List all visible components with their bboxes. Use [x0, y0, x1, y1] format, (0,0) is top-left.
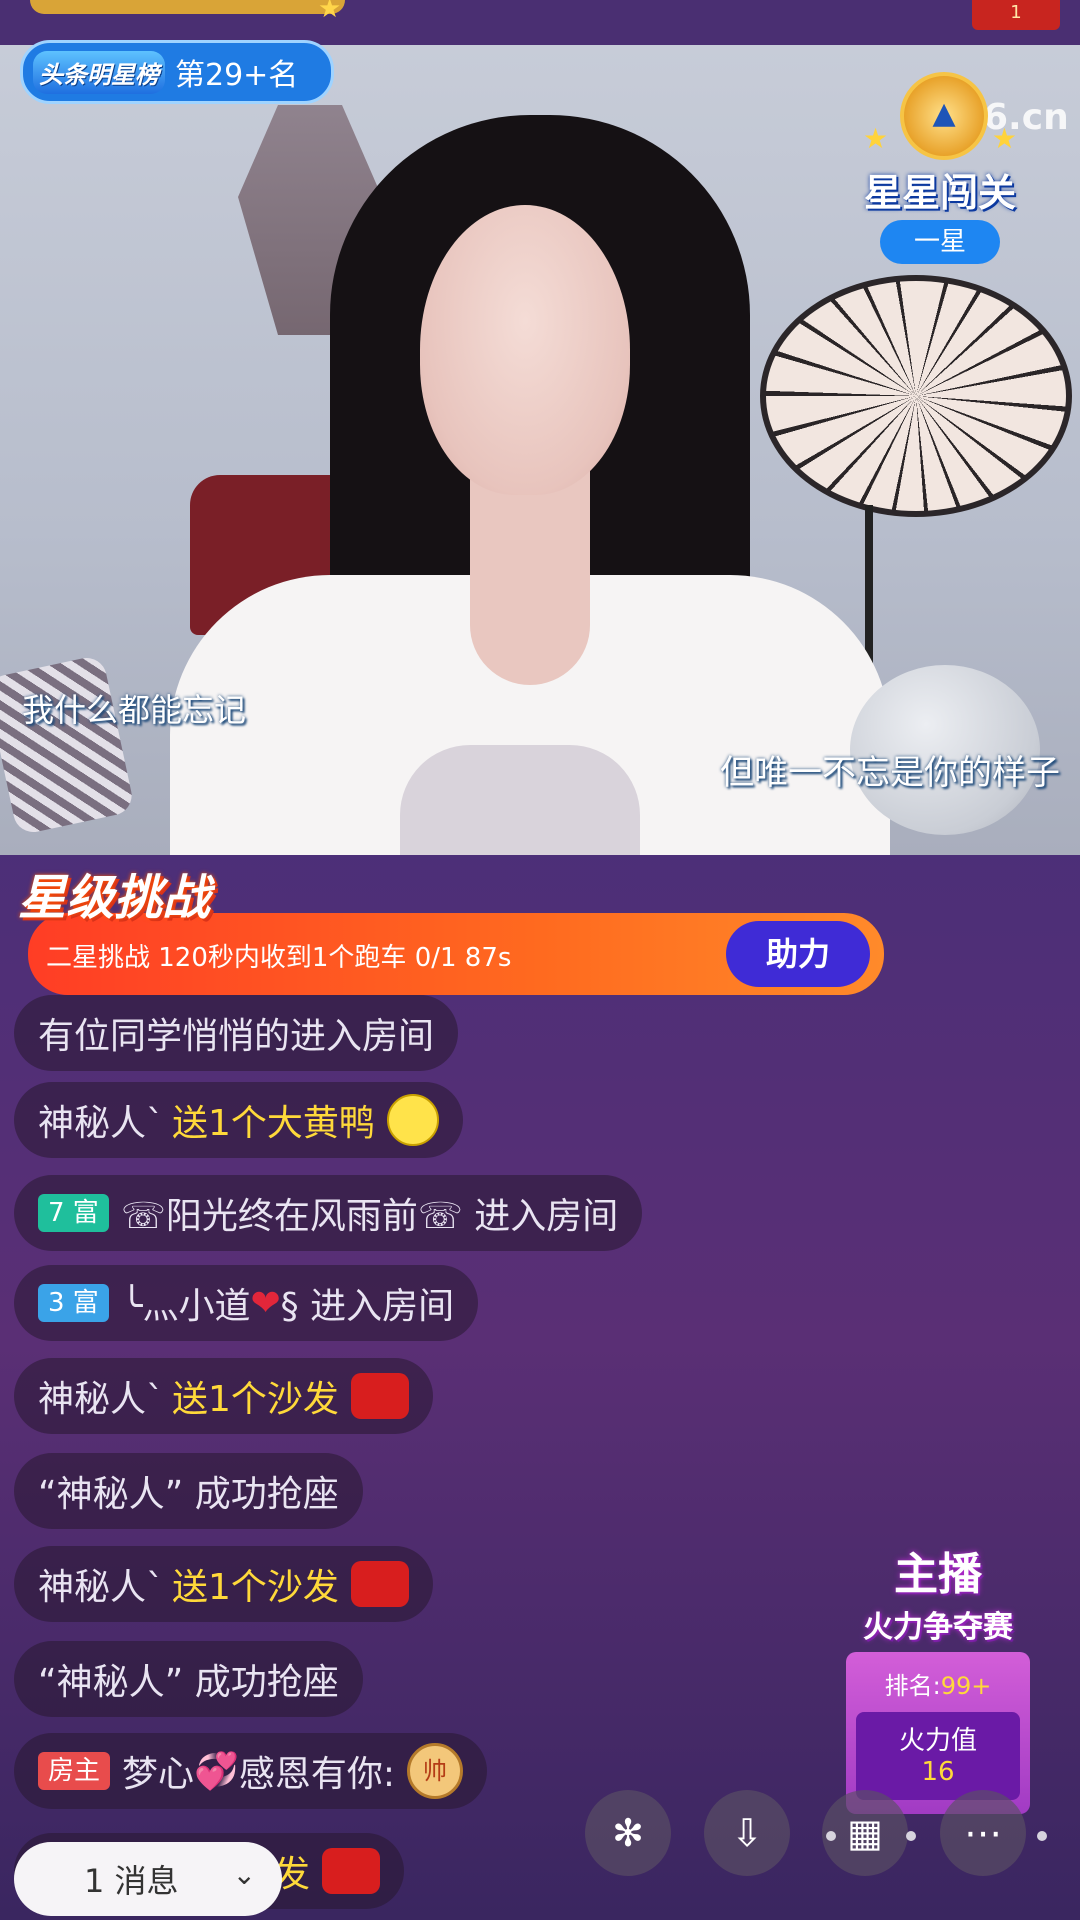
star-icon: ★ — [991, 122, 1017, 155]
chat-message[interactable]: 房主 梦心 💞 感恩有你: 帅 — [14, 1733, 487, 1809]
coin-icon: 帅 — [407, 1743, 463, 1799]
rank-logo: 头条明星榜 — [33, 50, 165, 94]
star-icon: ★ — [863, 122, 889, 155]
star-badge-level: 一星 — [880, 220, 1000, 264]
fire-value: 16 — [921, 1757, 955, 1787]
chat-message[interactable]: 3 富 ╰灬小道 ❤ § 进入房间 — [14, 1265, 479, 1341]
pager-dot — [906, 1831, 916, 1841]
sofa-icon — [322, 1848, 381, 1894]
chat-message[interactable]: “神秘人” 成功抢座 — [14, 1453, 363, 1529]
streamer-face — [420, 205, 630, 495]
star-badge-title: 星星闯关 — [863, 171, 1016, 215]
chat-message[interactable]: 有位同学悄悄的进入房间 — [14, 995, 459, 1071]
streamer-top — [400, 745, 640, 855]
sofa-icon — [350, 1373, 409, 1419]
rank-label: 排名: — [884, 1672, 941, 1700]
competition-subtitle: 火力争夺赛 — [863, 1610, 1013, 1645]
message-text: 有位同学悄悄的进入房间 — [38, 1016, 435, 1057]
message-count-label: 1 消息 — [84, 1862, 179, 1900]
rank-value: 99+ — [940, 1672, 992, 1700]
message-text: 感恩有你: — [238, 1754, 395, 1795]
challenge-text: 二星挑战 120秒内收到1个跑车 0/1 87s — [46, 943, 512, 973]
message-user: ╰灬小道 — [120, 1286, 251, 1327]
top-pill — [30, 0, 345, 14]
star-icon: ★ — [318, 0, 342, 24]
message-gift: 送1个沙发 — [172, 1567, 339, 1608]
message-text: § 进入房间 — [280, 1286, 455, 1327]
fire-competition-card[interactable]: 主播 火力争夺赛 排名:99+ 火力值 16 — [838, 1532, 1038, 1814]
message-user: 梦心 — [122, 1754, 195, 1795]
rank-text: 第29+名 — [175, 58, 299, 93]
message-gift: 送1个沙发 — [172, 1379, 339, 1420]
owner-badge: 房主 — [38, 1752, 111, 1790]
chat-message[interactable]: 神秘人` 送1个沙发 — [14, 1546, 433, 1622]
competition-body: 排名:99+ 火力值 16 — [846, 1652, 1030, 1814]
competition-rank: 排名:99+ — [846, 1666, 1030, 1701]
message-text: “神秘人” 成功抢座 — [38, 1474, 339, 1515]
star-challenge-badge[interactable]: ★ ★ 星星闯关 一星 — [845, 62, 1035, 272]
message-user: 神秘人` — [38, 1379, 165, 1420]
challenge-title: 星级挑战 — [18, 870, 211, 926]
pager-dot — [826, 1831, 836, 1841]
competition-header: 主播 火力争夺赛 — [838, 1532, 1038, 1652]
chevron-down-icon: ⌄ — [232, 1858, 256, 1891]
download-icon[interactable]: ⇩ — [704, 1790, 790, 1876]
emblem-icon — [900, 72, 988, 160]
rank-pill[interactable]: 头条明星榜 第29+名 — [20, 40, 334, 104]
chat-message[interactable]: 神秘人` 送1个大黄鸭 — [14, 1082, 463, 1158]
message-user: 神秘人` — [38, 1103, 165, 1144]
chat-message[interactable]: “神秘人” 成功抢座 — [14, 1641, 363, 1717]
fire-label: 火力值 — [898, 1726, 977, 1756]
more-icon[interactable]: ⋯ — [940, 1790, 1026, 1876]
heart-icon: ❤ — [250, 1282, 281, 1324]
subtitle-right: 但唯一不忘是你的样子 — [720, 753, 1060, 793]
fire-value-box: 火力值 16 — [856, 1712, 1020, 1800]
message-text: “神秘人” 成功抢座 — [38, 1662, 339, 1703]
message-count-button[interactable]: 1 消息 ⌄ — [14, 1842, 282, 1916]
wealth-badge: 7 富 — [38, 1194, 109, 1232]
help-button[interactable]: 助力 — [726, 921, 870, 987]
subtitle-left: 我什么都能忘记 — [22, 691, 247, 729]
sofa-icon — [350, 1561, 409, 1607]
heart-icon: 💞 — [194, 1751, 239, 1792]
chat-message[interactable]: 神秘人` 送1个沙发 — [14, 1358, 433, 1434]
message-text: ☏阳光终在风雨前☏ 进入房间 — [120, 1196, 619, 1237]
message-gift: 送1个大黄鸭 — [172, 1103, 375, 1144]
lamp — [760, 275, 1072, 517]
top-status-strip: ★ 1 — [0, 0, 1080, 45]
wealth-badge: 3 富 — [38, 1284, 109, 1322]
top-badge[interactable]: 1 — [972, 0, 1060, 30]
message-user: 神秘人` — [38, 1567, 165, 1608]
pager-dot — [1037, 1831, 1047, 1841]
pillow — [0, 654, 136, 836]
competition-title: 主播 — [894, 1549, 982, 1600]
share-icon[interactable]: ✻ — [585, 1790, 671, 1876]
duck-icon — [386, 1094, 439, 1146]
streamer-neck — [470, 465, 590, 685]
chat-message[interactable]: 7 富 ☏阳光终在风雨前☏ 进入房间 — [14, 1175, 643, 1251]
